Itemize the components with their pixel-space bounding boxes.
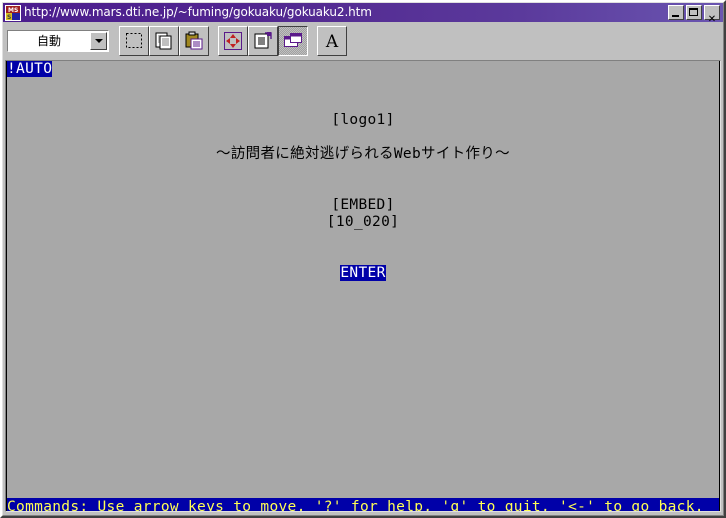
properties-button[interactable] bbox=[248, 26, 278, 56]
font-button[interactable]: A bbox=[317, 26, 347, 56]
lynx-status-area: Commands: Use arrow keys to move, '?' fo… bbox=[7, 498, 719, 511]
four-arrows-icon bbox=[222, 31, 244, 51]
toolbar: 自動 A bbox=[3, 22, 723, 60]
link-auto[interactable]: !AUTO bbox=[7, 61, 53, 77]
toolbar-group-edit bbox=[119, 26, 209, 56]
chevron-down-icon[interactable] bbox=[90, 32, 107, 50]
terminal-screen[interactable]: !AUTO [logo1] 〜訪問者に絶対逃げられるWebサイト作り〜 [EMB… bbox=[5, 60, 721, 512]
toolbar-group-view bbox=[218, 26, 308, 56]
dashed-rectangle-icon bbox=[123, 31, 145, 51]
embed-alt-text: [EMBED] bbox=[331, 197, 395, 213]
svg-text:S: S bbox=[7, 14, 11, 21]
svg-text:A: A bbox=[325, 32, 339, 51]
font-size-combo-value: 自動 bbox=[36, 34, 61, 48]
enter-link-line: ENTER bbox=[7, 265, 719, 282]
lynx-page-content: !AUTO [logo1] 〜訪問者に絶対逃げられるWebサイト作り〜 [EMB… bbox=[7, 61, 719, 498]
background-button[interactable] bbox=[278, 26, 308, 56]
lynx-commands-line: Commands: Use arrow keys to move, '?' fo… bbox=[7, 498, 719, 511]
full-screen-button[interactable] bbox=[218, 26, 248, 56]
titlebar[interactable]: MS S http://www.mars.dti.ne.jp/~fuming/g… bbox=[3, 3, 723, 22]
window-controls: ✕ bbox=[668, 5, 720, 23]
copy-button[interactable] bbox=[149, 26, 179, 56]
ms-dos-prompt-icon: MS S bbox=[5, 4, 21, 21]
maximize-icon bbox=[689, 8, 698, 16]
clipboard-paste-icon bbox=[183, 31, 205, 51]
font-size-combo[interactable]: 自動 bbox=[7, 30, 109, 52]
logo-alt-text: [logo1] bbox=[331, 112, 395, 128]
toolbar-group-font: A bbox=[317, 26, 347, 56]
background-window-icon bbox=[282, 31, 304, 51]
mark-button[interactable] bbox=[119, 26, 149, 56]
maximize-button[interactable] bbox=[686, 5, 702, 20]
site-tagline: 〜訪問者に絶対逃げられるWebサイト作り〜 bbox=[216, 146, 510, 162]
embed-id-text: [10_020] bbox=[326, 214, 400, 230]
close-icon: ✕ bbox=[707, 13, 717, 23]
paste-button[interactable] bbox=[179, 26, 209, 56]
svg-text:MS: MS bbox=[8, 7, 18, 14]
window-title: http://www.mars.dti.ne.jp/~fuming/gokuak… bbox=[24, 5, 372, 19]
letter-a-icon: A bbox=[321, 31, 343, 51]
auto-link-line: !AUTO bbox=[7, 61, 719, 78]
minimize-icon bbox=[672, 15, 679, 17]
link-enter[interactable]: ENTER bbox=[340, 265, 386, 281]
close-button[interactable]: ✕ bbox=[704, 5, 720, 23]
lynx-commands-text: Commands: Use arrow keys to move, '?' fo… bbox=[7, 498, 719, 511]
properties-sheet-icon bbox=[252, 31, 274, 51]
chevron-down-glyph bbox=[94, 39, 103, 43]
minimize-button[interactable] bbox=[668, 5, 684, 20]
copy-pages-icon bbox=[153, 31, 175, 51]
ms-dos-prompt-window: MS S http://www.mars.dti.ne.jp/~fuming/g… bbox=[0, 0, 726, 518]
